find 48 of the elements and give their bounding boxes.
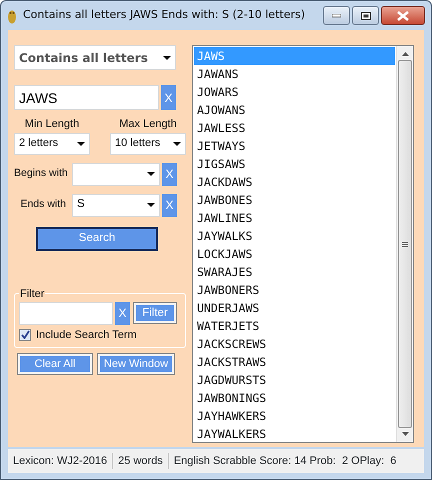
word-item[interactable]: JAWBONES	[194, 191, 395, 209]
max-length-dropdown[interactable]: 10 letters	[110, 132, 186, 154]
word-item[interactable]: LOCKJAWS	[194, 245, 395, 263]
filter-field[interactable]	[19, 302, 113, 324]
window-title: Contains all letters JAWS Ends with: S (2-10 letters)	[23, 7, 306, 24]
min-length-dropdown[interactable]: 2 letters	[14, 132, 90, 154]
word-item[interactable]: JACKDAWS	[194, 173, 395, 191]
status-text: 25 words	[113, 452, 169, 470]
owl-icon	[7, 8, 17, 24]
maximize-icon	[360, 12, 370, 20]
word-item[interactable]: JAYWALKS	[194, 227, 395, 245]
word-item[interactable]: SWARAJES	[194, 263, 395, 281]
word-item[interactable]: JAWBONINGS	[194, 389, 395, 407]
minimize-icon	[332, 14, 341, 18]
include-checkbox[interactable]	[19, 328, 31, 341]
include-label: Include Search Term	[36, 328, 137, 342]
word-item[interactable]: JAWLINES	[194, 209, 395, 227]
word-item[interactable]: AJOWANS	[194, 101, 395, 119]
ends-with-label: Ends with	[19, 197, 67, 212]
min-length-label: Min Length	[24, 117, 80, 132]
mode-dropdown[interactable]: Contains all letters	[14, 45, 176, 70]
word-item[interactable]: WATERJETS	[194, 317, 395, 335]
scroll-down-icon[interactable]	[402, 432, 408, 436]
grip-icon	[402, 242, 408, 246]
word-item[interactable]: JAYWALKERS	[194, 425, 395, 443]
close-button[interactable]	[381, 6, 425, 25]
maximize-button[interactable]	[352, 6, 379, 25]
word-item[interactable]: JIGSAWS	[194, 155, 395, 173]
word-item[interactable]: UNDERJAWS	[194, 299, 395, 317]
word-item[interactable]: JETWAYS	[194, 137, 395, 155]
word-item[interactable]: JOWARS	[194, 83, 395, 101]
scroll-up-icon[interactable]	[402, 52, 408, 56]
max-length-label: Max Length	[119, 117, 177, 132]
word-item[interactable]: JAYHAWKERS	[194, 407, 395, 425]
word-item[interactable]: JAWLESS	[194, 119, 395, 137]
search-field[interactable]: JAWS	[14, 85, 159, 110]
minimize-button[interactable]	[323, 6, 350, 25]
status-text: English Scrabble Score: 14 Prob: 2 OPlay: 6	[172, 454, 398, 469]
word-item[interactable]: JAWANS	[194, 65, 395, 83]
word-item[interactable]: JACKSCREWS	[194, 335, 395, 353]
word-item[interactable]: JAGDWURSTS	[194, 371, 395, 389]
status-text: Lexicon: WJ2-2016	[8, 452, 114, 470]
word-item[interactable]: JAWBONERS	[194, 281, 395, 299]
ends-with-dropdown[interactable]: S	[72, 194, 160, 216]
word-item[interactable]: JACKSTRAWS	[194, 353, 395, 371]
close-icon	[397, 10, 409, 20]
begins-with-label: Begins with	[14, 166, 69, 182]
scrollbar[interactable]	[396, 46, 413, 442]
